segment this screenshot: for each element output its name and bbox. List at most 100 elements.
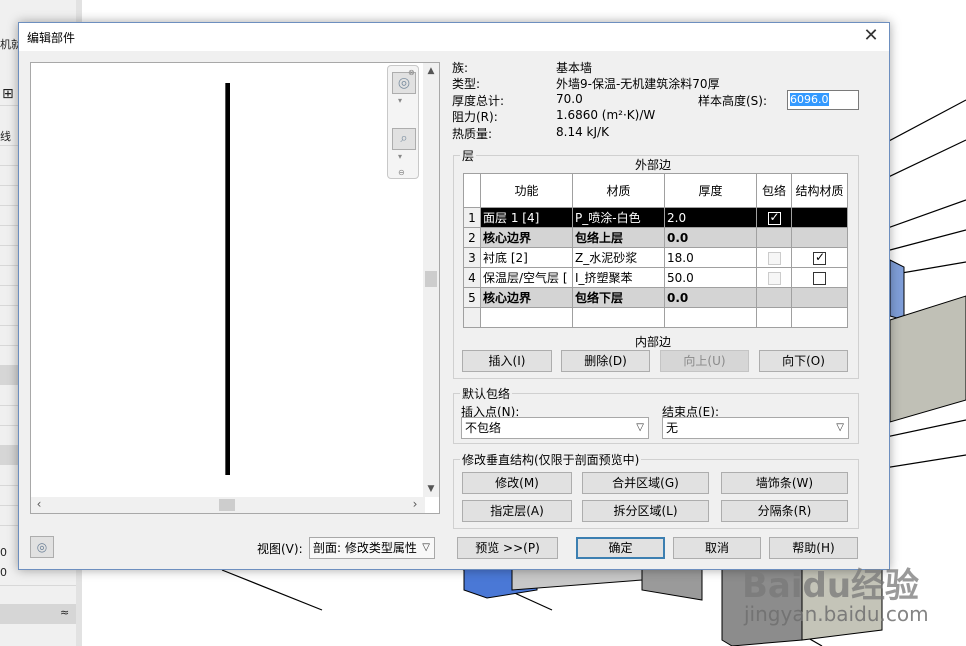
info-value: 1.6860 (m²·K)/W <box>556 108 656 122</box>
bg-panel-text: 0 <box>0 566 7 579</box>
layer-material-cell[interactable]: 包络上层 <box>572 227 665 248</box>
structural-material-cell[interactable] <box>791 247 848 268</box>
scroll-down-icon[interactable]: ▼ <box>423 481 439 497</box>
wraps-checkbox[interactable] <box>767 210 781 225</box>
scroll-right-icon[interactable]: › <box>407 497 423 513</box>
bg-collapse-icon[interactable]: ≈ <box>60 606 69 619</box>
cancel-button[interactable]: 取消 <box>673 537 761 559</box>
layer-material-cell[interactable]: I_挤塑聚苯 <box>572 267 665 288</box>
table-row[interactable]: 2 核心边界 包络上层 0.0 <box>463 227 848 248</box>
insert-point-select[interactable]: 不包络 ▽ <box>461 417 649 439</box>
info-value: 70.0 <box>556 92 583 106</box>
wraps-cell[interactable] <box>756 207 792 228</box>
view-select[interactable]: 剖面: 修改类型属性 ▽ <box>309 537 435 559</box>
end-point-select[interactable]: 无 ▽ <box>662 417 849 439</box>
help-button[interactable]: 帮助(H) <box>769 537 858 559</box>
navbar-close-icon[interactable]: ⊗ <box>408 68 415 77</box>
preview-button[interactable]: 预览 >>(P) <box>457 537 558 559</box>
wraps-checkbox[interactable] <box>767 271 781 285</box>
layer-thickness-cell[interactable]: 0.0 <box>664 287 757 308</box>
bg-panel-text: 0 <box>0 546 7 559</box>
empty-cell[interactable] <box>791 307 848 328</box>
row-number[interactable]: 4 <box>463 267 481 288</box>
navigation-bar[interactable]: ◎ ⊗ ▾ ⌕ ▾ ⊖ <box>387 65 419 179</box>
scroll-thumb[interactable] <box>219 499 235 511</box>
table-row[interactable]: 5 核心边界 包络下层 0.0 <box>463 287 848 308</box>
layer-function-cell[interactable]: 衬底 [2] <box>480 247 573 268</box>
layers-group-title: 层 <box>460 147 477 164</box>
table-row[interactable]: 4 保温层/空气层 [ I_挤塑聚苯 50.0 <box>463 267 848 288</box>
structural-material-cell[interactable] <box>791 267 848 288</box>
chevron-down-icon: ▽ <box>422 538 430 558</box>
layer-thickness-cell[interactable]: 0.0 <box>664 227 757 248</box>
scroll-up-icon[interactable]: ▲ <box>423 63 439 79</box>
zoom-icon[interactable]: ⌕ <box>392 128 416 150</box>
scroll-left-icon[interactable]: ‹ <box>31 497 47 513</box>
layer-thickness-cell[interactable]: 50.0 <box>664 267 757 288</box>
delete-layer-button[interactable]: 删除(D) <box>561 350 650 372</box>
empty-cell[interactable] <box>664 307 757 328</box>
column-header[interactable]: 包络 <box>756 173 792 208</box>
navbar-menu-icon[interactable]: ⊖ <box>398 168 405 177</box>
layer-function-cell[interactable]: 面层 1 [4] <box>480 207 573 228</box>
watermark-brand: Baidu经验 <box>742 566 920 606</box>
row-number[interactable]: 5 <box>463 287 481 308</box>
empty-cell[interactable] <box>480 307 573 328</box>
table-row[interactable]: 1 面层 1 [4] P_喷涂-白色 2.0 <box>463 207 848 228</box>
preview-horizontal-scrollbar[interactable]: ‹ › <box>31 497 425 513</box>
layer-material-cell[interactable]: Z_水泥砂浆 <box>572 247 665 268</box>
row-number[interactable] <box>463 307 481 328</box>
empty-cell[interactable] <box>572 307 665 328</box>
section-preview-pane[interactable]: ◎ ⊗ ▾ ⌕ ▾ ⊖ ▲ ▼ ‹ › <box>30 62 440 514</box>
layers-table[interactable]: 功能 材质 厚度 包络 结构材质 1 面层 1 [4] P_喷涂-白色 2.0 … <box>463 173 848 328</box>
row-number[interactable]: 1 <box>463 207 481 228</box>
layer-thickness-cell[interactable]: 18.0 <box>664 247 757 268</box>
info-label: 阻力(R): <box>452 110 498 124</box>
structural-material-checkbox[interactable] <box>813 271 826 285</box>
column-header[interactable]: 厚度 <box>664 173 757 208</box>
modify-button[interactable]: 修改(M) <box>462 472 572 494</box>
sample-height-input[interactable]: 6096.0 <box>787 90 859 110</box>
layer-thickness-cell[interactable]: 2.0 <box>664 207 757 228</box>
table-row[interactable] <box>463 307 848 328</box>
wraps-cell[interactable] <box>756 247 792 268</box>
ok-button[interactable]: 确定 <box>576 537 665 559</box>
layer-function-cell[interactable]: 保温层/空气层 [ <box>480 267 573 288</box>
wraps-checkbox[interactable] <box>767 251 781 265</box>
row-number[interactable]: 2 <box>463 227 481 248</box>
structural-material-cell[interactable] <box>791 207 848 228</box>
dialog-titlebar[interactable]: 编辑部件 ✕ <box>19 23 889 51</box>
layer-function-cell[interactable]: 核心边界 <box>480 227 573 248</box>
layer-function-cell[interactable]: 核心边界 <box>480 287 573 308</box>
split-region-button[interactable]: 拆分区域(L) <box>582 500 709 522</box>
insert-layer-button[interactable]: 插入(I) <box>462 350 552 372</box>
sample-height-label: 样本高度(S): <box>698 94 768 108</box>
row-number[interactable]: 3 <box>463 247 481 268</box>
column-header[interactable]: 功能 <box>480 173 573 208</box>
move-up-button[interactable]: 向上(U) <box>660 350 749 372</box>
close-icon[interactable]: ✕ <box>859 25 883 49</box>
sample-height-value: 6096.0 <box>790 93 829 106</box>
chevron-down-icon[interactable]: ▾ <box>398 152 402 161</box>
scroll-thumb[interactable] <box>425 271 437 287</box>
structural-material-cell <box>791 227 848 248</box>
layer-material-cell[interactable]: 包络下层 <box>572 287 665 308</box>
empty-cell[interactable] <box>756 307 792 328</box>
table-row[interactable]: 3 衬底 [2] Z_水泥砂浆 18.0 <box>463 247 848 268</box>
wraps-cell <box>756 287 792 308</box>
layer-material-cell[interactable]: P_喷涂-白色 <box>572 207 665 228</box>
reveals-button[interactable]: 分隔条(R) <box>721 500 848 522</box>
column-header[interactable]: 材质 <box>572 173 665 208</box>
chevron-down-icon[interactable]: ▾ <box>398 96 402 105</box>
assign-layers-button[interactable]: 指定层(A) <box>462 500 572 522</box>
structural-material-checkbox[interactable] <box>813 211 826 225</box>
sweeps-button[interactable]: 墙饰条(W) <box>721 472 848 494</box>
move-down-button[interactable]: 向下(O) <box>759 350 848 372</box>
merge-regions-button[interactable]: 合并区域(G) <box>582 472 709 494</box>
baidu-watermark: Baidu经验 jingyan.baidu.com <box>720 558 929 638</box>
wraps-cell[interactable] <box>756 267 792 288</box>
column-header[interactable]: 结构材质 <box>791 173 848 208</box>
preview-2d-icon[interactable]: ◎ <box>30 536 54 558</box>
structural-material-checkbox[interactable] <box>813 250 826 265</box>
preview-vertical-scrollbar[interactable]: ▲ ▼ <box>423 63 439 497</box>
